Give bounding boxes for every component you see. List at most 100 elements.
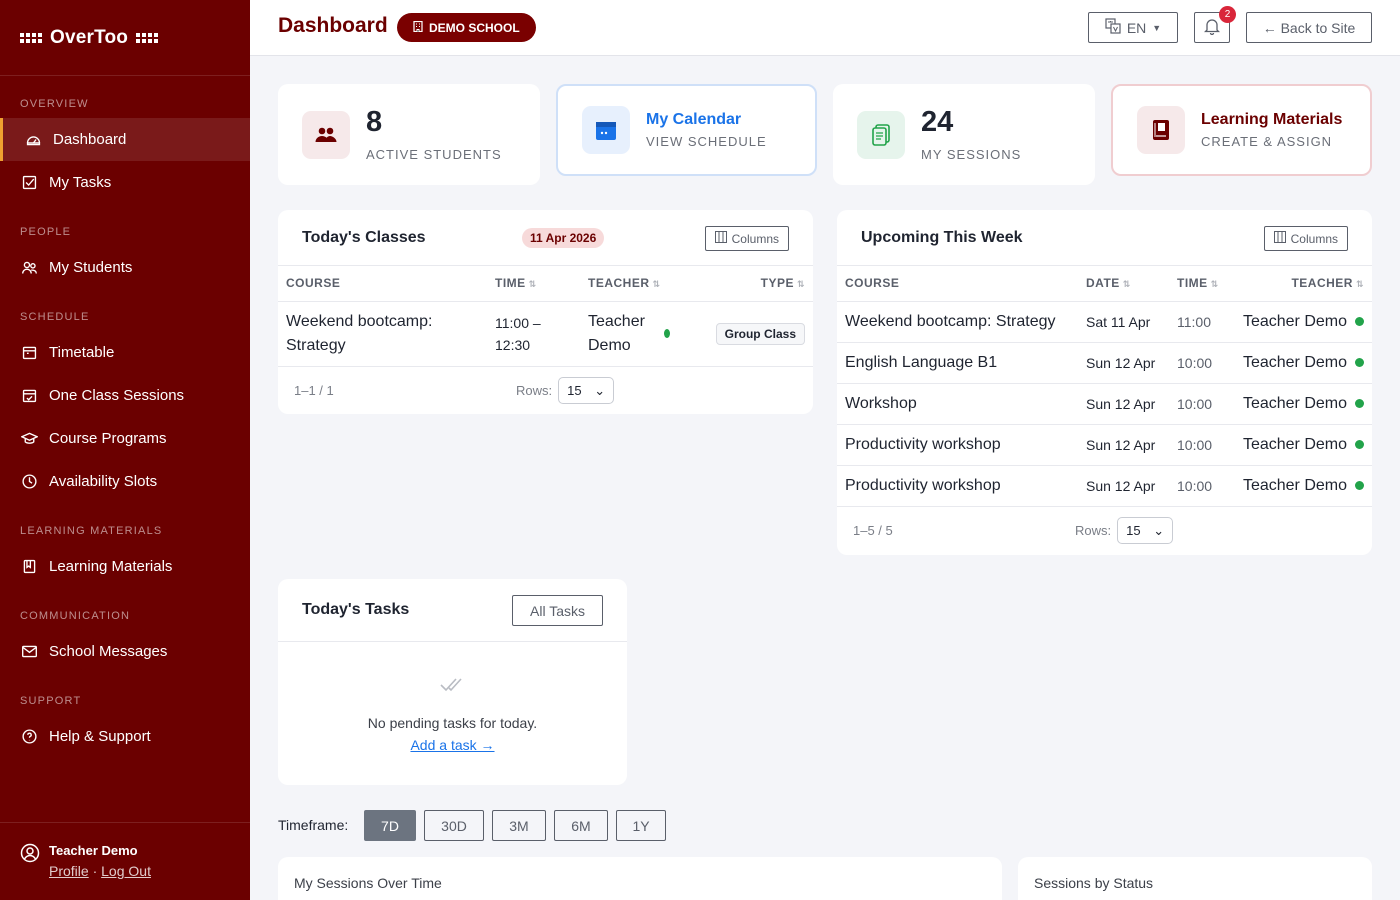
sidebar-item-my-tasks[interactable]: My Tasks (0, 161, 250, 204)
column-header-teacher[interactable]: TEACHER ⇅ (1233, 266, 1372, 302)
book-icon (20, 558, 38, 576)
sidebar-item-label: One Class Sessions (49, 387, 185, 404)
cell-date: Sun 12 Apr (1078, 342, 1169, 384)
sidebar: OverToo OVERVIEW Dashboard My Tasks PEOP… (0, 0, 250, 900)
stat-card-my-sessions[interactable]: 24 MY SESSIONS (833, 84, 1095, 185)
sort-icon: ⇅ (796, 279, 805, 290)
sidebar-item-help-support[interactable]: Help & Support (0, 715, 250, 758)
columns-button[interactable]: Columns (1263, 226, 1348, 251)
sidebar-item-availability-slots[interactable]: Availability Slots (0, 460, 250, 503)
teacher-name: Teacher Demo (1242, 476, 1347, 494)
cell-type: Group Class (678, 301, 813, 367)
columns-label: Columns (731, 231, 779, 246)
table-row[interactable]: Productivity workshop Sun 12 Apr 10:00 Teac… (837, 465, 1372, 507)
language-selector[interactable]: EN ▼ (1088, 12, 1178, 43)
sessions-icon (857, 110, 905, 159)
teacher-name: Teacher Demo (1242, 394, 1347, 412)
timeframe-1y-button[interactable]: 1Y (616, 810, 666, 841)
sidebar-item-label: Learning Materials (49, 558, 173, 575)
school-badge[interactable]: DEMO SCHOOL (397, 13, 536, 42)
column-header-time[interactable]: TIME ⇅ (487, 266, 580, 302)
stat-card-active-students[interactable]: 8 ACTIVE STUDENTS (278, 84, 540, 185)
cell-course: Weekend bootcamp: Strategy (837, 301, 1078, 343)
sidebar-item-dashboard[interactable]: Dashboard (0, 118, 250, 161)
table-row[interactable]: Workshop Sun 12 Apr 10:00 Teacher Demo (837, 383, 1372, 425)
status-dot (1355, 316, 1364, 326)
column-header-course[interactable]: COURSE (278, 266, 487, 302)
logout-link[interactable]: Log Out (101, 863, 151, 879)
avatar-icon (20, 843, 40, 880)
column-header-time[interactable]: TIME ⇅ (1169, 266, 1233, 302)
column-header-type[interactable]: TYPE ⇅ (678, 266, 813, 302)
sidebar-item-learning-materials[interactable]: Learning Materials (0, 545, 250, 588)
sidebar-item-label: Dashboard (53, 131, 127, 148)
timeframe-label: Timeframe: (278, 817, 349, 833)
sidebar-item-label: Availability Slots (49, 473, 158, 490)
logo-dots-icon (136, 32, 159, 43)
sessions-by-status-panel: Sessions by Status (1018, 857, 1372, 900)
nav-section-people: PEOPLE (20, 226, 72, 238)
nav-section-learning-materials: LEARNING MATERIALS (20, 525, 163, 537)
table-row[interactable]: Weekend bootcamp: Strategy 11:00 – 12:30… (278, 301, 813, 367)
timeframe-30d-button[interactable]: 30D (424, 810, 484, 841)
sidebar-item-my-students[interactable]: My Students (0, 246, 250, 289)
chart-title: My Sessions Over Time (294, 875, 442, 891)
tasks-icon (20, 174, 38, 192)
notifications-button[interactable]: 2 (1194, 6, 1236, 43)
students-icon (302, 110, 350, 159)
panel-title: Upcoming This Week (861, 228, 1023, 246)
cell-time: 11:00 (1169, 301, 1233, 343)
chevron-down-icon: ⌄ (1153, 522, 1165, 538)
sort-icon: ⇅ (1122, 279, 1131, 290)
timeframe-7d-button[interactable]: 7D (364, 810, 416, 841)
cell-teacher: Teacher Demo (1233, 301, 1372, 343)
sidebar-item-timetable[interactable]: Timetable (0, 331, 250, 374)
rows-per-page-select[interactable]: 15 ⌄ (1117, 517, 1174, 544)
book-icon (1137, 106, 1185, 154)
sidebar-item-one-class-sessions[interactable]: One Class Sessions (0, 374, 250, 417)
profile-link[interactable]: Profile (49, 863, 89, 879)
stat-card-learning-materials[interactable]: Learning Materials CREATE & ASSIGN (1111, 84, 1372, 176)
clock-icon (20, 473, 38, 491)
cell-time: 10:00 (1169, 383, 1233, 425)
column-header-date[interactable]: DATE ⇅ (1078, 266, 1169, 302)
sidebar-user: Teacher Demo Profile · Log Out (0, 822, 250, 900)
table-row[interactable]: Productivity workshop Sun 12 Apr 10:00 Teac… (837, 424, 1372, 466)
learning-materials-title: Learning Materials (1201, 111, 1343, 128)
sidebar-item-course-programs[interactable]: Course Programs (0, 417, 250, 460)
page-title: Dashboard (278, 14, 388, 37)
sidebar-item-label: School Messages (49, 643, 168, 660)
all-tasks-button[interactable]: All Tasks (512, 595, 603, 626)
building-icon (413, 20, 423, 35)
panel-title: Today's Classes (302, 228, 426, 246)
rows-value: 15 (1126, 523, 1141, 538)
nav-section-overview: OVERVIEW (20, 98, 89, 110)
type-badge: Group Class (715, 322, 805, 345)
timeframe-6m-button[interactable]: 6M (554, 810, 608, 841)
brand[interactable]: OverToo (0, 0, 250, 76)
columns-button[interactable]: Columns (704, 226, 789, 251)
help-icon (20, 728, 38, 746)
stat-card-my-calendar[interactable]: My Calendar VIEW SCHEDULE (556, 84, 817, 176)
timeframe-3m-button[interactable]: 3M (492, 810, 546, 841)
my-calendar-subtitle: VIEW SCHEDULE (646, 134, 767, 149)
sidebar-item-school-messages[interactable]: School Messages (0, 630, 250, 673)
rows-per-page-select[interactable]: 15 ⌄ (558, 377, 615, 404)
back-to-site-button[interactable]: ← Back to Site (1246, 12, 1372, 43)
column-header-course[interactable]: COURSE (837, 266, 1078, 302)
panel-title: Today's Tasks (302, 601, 410, 618)
add-task-link[interactable]: Add a task → (410, 737, 494, 753)
cell-course: Productivity workshop (837, 465, 1078, 507)
logo[interactable]: OverToo (20, 27, 159, 49)
table-row[interactable]: English Language B1 Sun 12 Apr 10:00 Teache… (837, 342, 1372, 384)
sidebar-item-label: Help & Support (49, 728, 151, 745)
table-row[interactable]: Weekend bootcamp: Strategy Sat 11 Apr 11:0… (837, 301, 1372, 343)
columns-icon (1273, 231, 1286, 246)
cell-teacher: Teacher Demo (580, 301, 678, 367)
column-header-teacher[interactable]: TEACHER ⇅ (580, 266, 678, 302)
cell-date: Sun 12 Apr (1078, 465, 1169, 507)
columns-label: Columns (1290, 231, 1338, 246)
status-dot (1355, 439, 1364, 449)
cell-course: Weekend bootcamp: Strategy (278, 301, 487, 367)
mail-icon (20, 643, 38, 661)
